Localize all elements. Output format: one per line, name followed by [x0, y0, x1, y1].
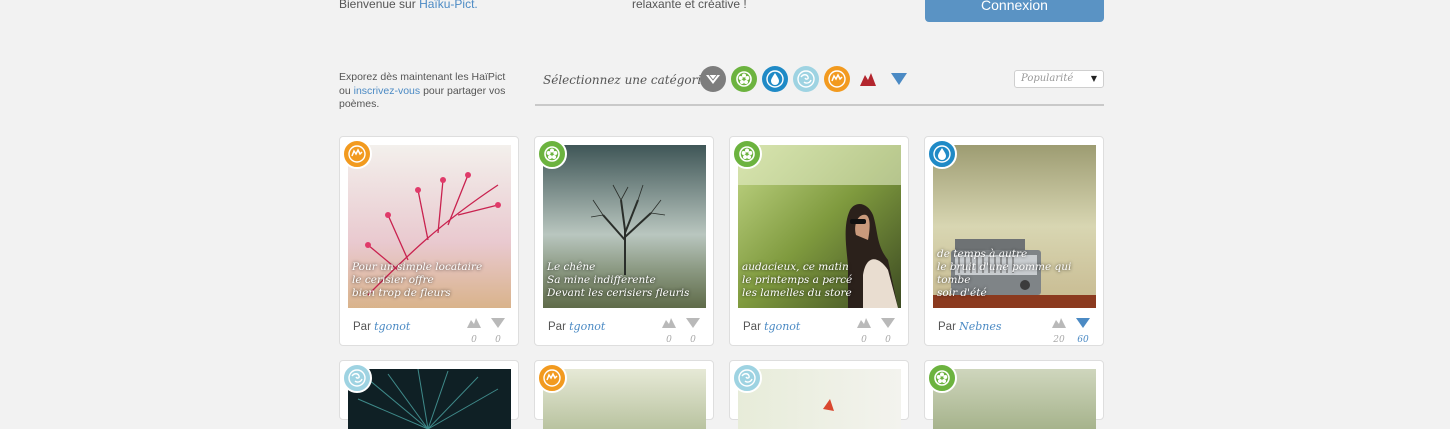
poem-line: le cerisier offre [352, 274, 434, 286]
by-label: Par [548, 321, 566, 333]
category-wind-icon[interactable] [793, 66, 819, 92]
poem-line: Devant les cerisiers fleuris [547, 287, 690, 299]
wind-icon [342, 363, 372, 393]
signup-link[interactable]: inscrivez-vous [354, 85, 421, 97]
poem-line: Sa mine indifferente [547, 274, 656, 286]
vote-up-icon [662, 318, 676, 328]
sun-icon [342, 139, 372, 169]
vote-down-button[interactable]: 0 [880, 316, 896, 345]
vote-down-count: 60 [1077, 335, 1089, 345]
haiku-poem: Pour un simple locataire le cerisier off… [352, 261, 507, 300]
category-divider [535, 104, 1104, 106]
tagline-text: relaxante et créative ! [632, 0, 747, 11]
intro-text: Exporez dès maintenant les HaïPict ou in… [339, 71, 519, 112]
vote-up-count: 0 [861, 335, 867, 345]
vote-down-button[interactable]: 60 [1075, 316, 1091, 345]
poem-line: Pour un simple locataire [352, 261, 483, 273]
vote-down-count: 0 [495, 335, 501, 345]
welcome-prefix: Bienvenue sur [339, 0, 416, 11]
vote-up-button[interactable]: 0 [466, 316, 482, 345]
flower-icon [927, 363, 957, 393]
vote-up-icon [857, 318, 871, 328]
sun-icon [537, 363, 567, 393]
poem-line: Le chêne [547, 261, 596, 273]
author-line: Par Nebnes [938, 320, 1002, 333]
category-all-icon[interactable] [700, 66, 726, 92]
haiku-poem: de temps à autre le bruit d'une pomme qu… [937, 248, 1092, 300]
haiku-card[interactable]: audacieux, ce matin le printemps a percé… [729, 136, 909, 346]
dropdown-arrow-icon: ▼ [1090, 74, 1097, 83]
vote-up-button[interactable]: 0 [856, 316, 872, 345]
vote-up-icon [1052, 318, 1066, 328]
sort-select[interactable]: Popularité ▼ [1014, 70, 1104, 88]
vote-down-button[interactable]: 0 [685, 316, 701, 345]
haiku-card[interactable] [339, 360, 519, 429]
poem-line: soir d'été [937, 287, 987, 299]
water-drop-icon [927, 139, 957, 169]
vote-up-count: 0 [666, 335, 672, 345]
author-line: Par tgonot [743, 320, 800, 333]
welcome-text: Bienvenue sur Haïku-Pict. [339, 0, 478, 11]
haiku-photo[interactable] [933, 369, 1096, 429]
haiku-photo[interactable] [348, 369, 511, 429]
haiku-card[interactable]: Le chêne Sa mine indifferente Devant les… [534, 136, 714, 346]
haiku-poem: Le chêne Sa mine indifferente Devant les… [547, 261, 702, 300]
haiku-card[interactable] [729, 360, 909, 429]
haiku-photo[interactable]: audacieux, ce matin le printemps a percé… [738, 145, 901, 308]
author-link[interactable]: tgonot [764, 320, 800, 333]
haiku-photo[interactable] [543, 369, 706, 429]
category-sun-icon[interactable] [824, 66, 850, 92]
author-line: Par tgonot [548, 320, 605, 333]
haiku-card[interactable]: de temps à autre le bruit d'une pomme qu… [924, 136, 1104, 346]
site-link[interactable]: Haïku-Pict. [419, 0, 478, 11]
poem-line: de temps à autre [937, 248, 1028, 260]
flower-icon [537, 139, 567, 169]
author-link[interactable]: Nebnes [959, 320, 1001, 333]
poem-line: le printemps a percé [742, 274, 853, 286]
vote-up-filter-icon[interactable] [859, 71, 877, 92]
vote-down-button[interactable]: 0 [490, 316, 506, 345]
haiku-poem: audacieux, ce matin le printemps a percé… [742, 261, 897, 300]
poem-line: le bruit d'une pomme qui tombe [937, 261, 1072, 286]
author-link[interactable]: tgonot [569, 320, 605, 333]
vote-down-icon [1076, 318, 1090, 328]
poem-line: les lamelles du store [742, 287, 852, 299]
vote-up-button[interactable]: 0 [661, 316, 677, 345]
vote-down-icon [686, 318, 700, 328]
vote-up-icon [467, 318, 481, 328]
poem-line: bien trop de fleurs [352, 287, 451, 299]
category-water-drop-icon[interactable] [762, 66, 788, 92]
vote-up-button[interactable]: 20 [1051, 316, 1067, 345]
author-link[interactable]: tgonot [374, 320, 410, 333]
vote-up-count: 0 [471, 335, 477, 345]
login-label: Connexion [981, 0, 1048, 13]
haiku-card[interactable] [534, 360, 714, 429]
vote-down-count: 0 [885, 335, 891, 345]
wind-icon [732, 363, 762, 393]
flower-icon [732, 139, 762, 169]
haiku-card[interactable]: Pour un simple locataire le cerisier off… [339, 136, 519, 346]
author-line: Par tgonot [353, 320, 410, 333]
by-label: Par [743, 321, 761, 333]
haiku-photo[interactable]: de temps à autre le bruit d'une pomme qu… [933, 145, 1096, 308]
haiku-photo[interactable]: Le chêne Sa mine indifferente Devant les… [543, 145, 706, 308]
category-label: Sélectionnez une catégorie : [543, 73, 717, 87]
login-button[interactable]: Connexion [925, 0, 1104, 22]
category-flower-icon[interactable] [731, 66, 757, 92]
haiku-photo[interactable] [738, 369, 901, 429]
vote-down-count: 0 [690, 335, 696, 345]
poem-line: audacieux, ce matin [742, 261, 849, 273]
haiku-photo[interactable]: Pour un simple locataire le cerisier off… [348, 145, 511, 308]
sort-selected: Popularité [1021, 73, 1074, 84]
vote-up-count: 20 [1053, 335, 1065, 345]
by-label: Par [938, 321, 956, 333]
by-label: Par [353, 321, 371, 333]
haiku-card[interactable] [924, 360, 1104, 429]
vote-down-filter-icon[interactable] [890, 72, 908, 91]
vote-down-icon [881, 318, 895, 328]
vote-down-icon [491, 318, 505, 328]
